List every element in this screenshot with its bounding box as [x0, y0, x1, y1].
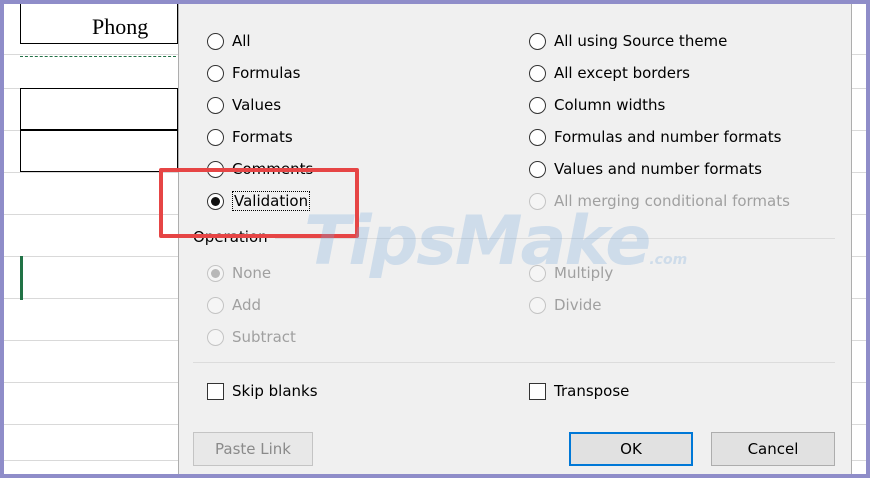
selection-marker: [20, 256, 23, 300]
checkbox-box[interactable]: [529, 382, 546, 400]
radio-label: All: [232, 32, 251, 50]
radio-label: Values and number formats: [554, 160, 762, 178]
checkbox-label: Transpose: [554, 382, 630, 400]
watermark-logo: TipsMake.com: [304, 202, 687, 281]
radio-circle[interactable]: [207, 96, 224, 114]
radio-label: Subtract: [232, 328, 296, 346]
radio-paste-all[interactable]: All: [207, 30, 251, 52]
radio-all-source-theme[interactable]: All using Source theme: [529, 30, 727, 52]
radio-circle[interactable]: [529, 32, 546, 50]
radio-label: Divide: [554, 296, 602, 314]
watermark-suffix: .com: [649, 252, 688, 268]
radio-label: Formulas: [232, 64, 301, 82]
radio-circle[interactable]: [529, 64, 546, 82]
radio-label: All using Source theme: [554, 32, 728, 50]
radio-values-number-formats[interactable]: Values and number formats: [529, 158, 762, 180]
radio-label: Column widths: [554, 96, 666, 114]
radio-label: None: [232, 264, 272, 282]
radio-formulas-number-formats[interactable]: Formulas and number formats: [529, 126, 781, 148]
cancel-button[interactable]: Cancel: [711, 432, 835, 466]
radio-paste-values[interactable]: Values: [207, 94, 281, 116]
radio-circle[interactable]: [207, 296, 224, 314]
radio-circle[interactable]: [207, 128, 224, 146]
radio-operation-divide[interactable]: Divide: [529, 294, 602, 316]
checkbox-skip-blanks[interactable]: Skip blanks: [207, 380, 318, 402]
radio-circle[interactable]: [529, 296, 546, 314]
radio-label: Formats: [232, 128, 293, 146]
watermark-text: TipsMake: [304, 202, 651, 281]
checkbox-label: Skip blanks: [232, 382, 318, 400]
cell-phong-text: Phong: [92, 14, 149, 39]
radio-paste-formats[interactable]: Formats: [207, 126, 293, 148]
radio-operation-none[interactable]: None: [207, 262, 271, 284]
checkbox-transpose[interactable]: Transpose: [529, 380, 629, 402]
radio-paste-formulas[interactable]: Formulas: [207, 62, 300, 84]
options-separator: [193, 362, 835, 363]
radio-circle[interactable]: [529, 128, 546, 146]
checkbox-box[interactable]: [207, 382, 224, 400]
radio-label: Formulas and number formats: [554, 128, 782, 146]
radio-operation-subtract[interactable]: Subtract: [207, 326, 296, 348]
radio-label: All except borders: [554, 64, 690, 82]
radio-circle[interactable]: [529, 96, 546, 114]
cell-bordered[interactable]: [20, 130, 178, 172]
radio-circle[interactable]: [207, 264, 224, 282]
copy-marquee: [20, 56, 176, 57]
radio-all-except-borders[interactable]: All except borders: [529, 62, 690, 84]
cell-bordered[interactable]: [20, 88, 178, 130]
radio-circle[interactable]: [207, 328, 224, 346]
radio-column-widths[interactable]: Column widths: [529, 94, 665, 116]
radio-circle[interactable]: [207, 64, 224, 82]
radio-label: Values: [232, 96, 282, 114]
screenshot-frame: Phong All Formulas Values Formats Commen…: [4, 4, 866, 474]
radio-operation-add[interactable]: Add: [207, 294, 261, 316]
radio-label: Add: [232, 296, 262, 314]
radio-circle[interactable]: [207, 32, 224, 50]
ok-button[interactable]: OK: [569, 432, 693, 466]
radio-circle[interactable]: [529, 160, 546, 178]
paste-link-button[interactable]: Paste Link: [193, 432, 313, 466]
